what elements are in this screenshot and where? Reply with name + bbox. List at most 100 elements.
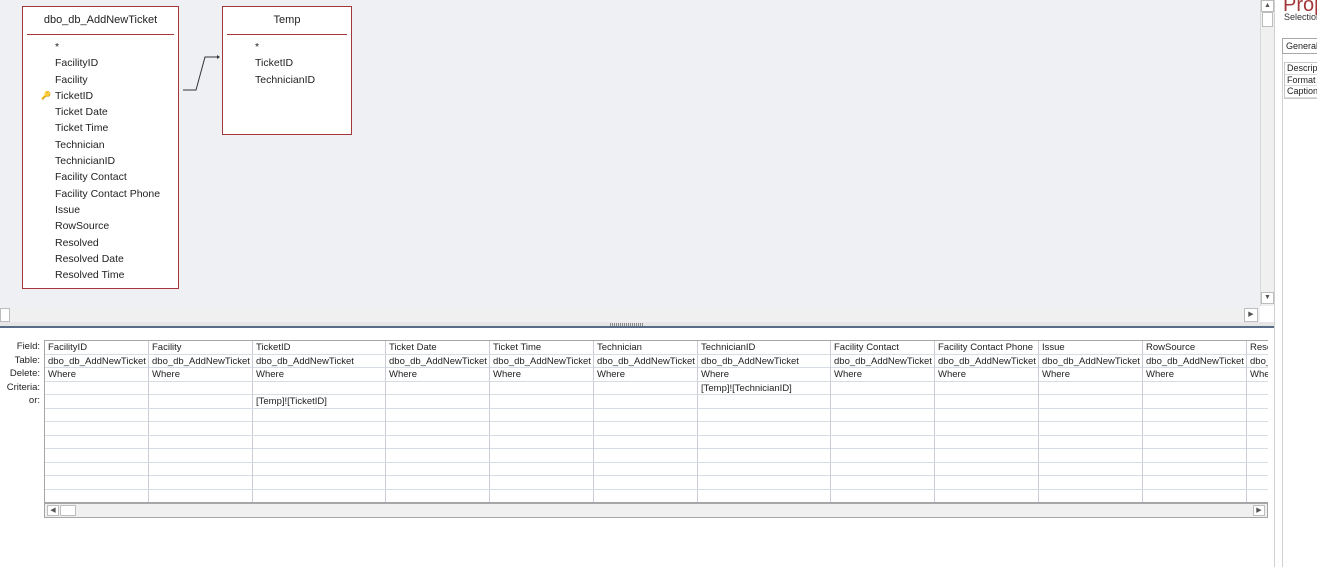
- grid-cell-field[interactable]: Facility Contact Phone: [935, 341, 1039, 354]
- grid-cell-criteria[interactable]: [Temp]![TechnicianID]: [698, 381, 831, 395]
- grid-cell-criteria[interactable]: [1247, 382, 1268, 395]
- property-row-description[interactable]: Description: [1285, 63, 1317, 75]
- grid-cell-empty[interactable]: [45, 476, 149, 489]
- grid-cell-delete[interactable]: Where: [594, 368, 698, 381]
- grid-cell-empty[interactable]: [149, 476, 253, 489]
- table-field[interactable]: RowSource: [23, 218, 178, 234]
- grid-cell-empty[interactable]: [594, 476, 698, 489]
- grid-cell-empty[interactable]: [1039, 489, 1143, 502]
- grid-cell-empty[interactable]: [831, 449, 935, 462]
- table-field[interactable]: Issue: [23, 202, 178, 218]
- grid-cell-empty[interactable]: [253, 408, 386, 422]
- grid-cell-table[interactable]: dbo_db_AddNewTicket: [386, 354, 490, 368]
- table-field[interactable]: 🔑 TicketID: [23, 88, 178, 104]
- grid-cell-or[interactable]: [45, 395, 149, 408]
- grid-cell-delete[interactable]: Where: [1143, 368, 1247, 381]
- grid-cell-criteria[interactable]: [1039, 381, 1143, 395]
- table-field[interactable]: Facility: [23, 72, 178, 88]
- grid-cell-empty[interactable]: [831, 408, 935, 422]
- grid-cell-empty[interactable]: [935, 435, 1039, 449]
- grid-cell-field[interactable]: Ticket Date: [386, 341, 490, 354]
- grid-cell-empty[interactable]: [594, 408, 698, 422]
- grid-cell-empty[interactable]: [45, 422, 149, 435]
- grid-cell-empty[interactable]: [253, 489, 386, 502]
- grid-cell-empty[interactable]: [698, 462, 831, 476]
- grid-cell-empty[interactable]: [935, 408, 1039, 422]
- grid-cell-field[interactable]: Facility: [149, 341, 253, 354]
- grid-cell-empty[interactable]: [490, 449, 594, 462]
- grid-cell-empty[interactable]: [386, 422, 490, 435]
- grid-cell-empty[interactable]: [935, 489, 1039, 502]
- grid-cell-empty[interactable]: [253, 422, 386, 435]
- grid-cell-empty[interactable]: [149, 422, 253, 435]
- grid-cell-empty[interactable]: [45, 408, 149, 422]
- grid-cell-empty[interactable]: [253, 449, 386, 462]
- grid-cell-field[interactable]: Resolved: [1247, 341, 1268, 354]
- grid-cell-or[interactable]: [698, 395, 831, 408]
- grid-cell-table[interactable]: dbo_db_AddNewTicket: [594, 354, 698, 368]
- grid-cell-field[interactable]: Technician: [594, 341, 698, 354]
- pane-splitter[interactable]: [0, 322, 1274, 328]
- grid-cell-table[interactable]: dbo_db_AddNewTicket: [490, 354, 594, 368]
- grid-cell-delete[interactable]: Where: [698, 368, 831, 381]
- grid-cell-empty[interactable]: [490, 408, 594, 422]
- grid-cell-criteria[interactable]: [45, 381, 149, 395]
- grid-cell-empty[interactable]: [386, 462, 490, 476]
- grid-cell-delete[interactable]: Where: [490, 368, 594, 381]
- grid-cell-empty[interactable]: [1247, 463, 1268, 476]
- grid-cell-empty[interactable]: [1143, 476, 1247, 489]
- grid-cell-table[interactable]: dbo_db_AddNewTicket: [45, 354, 149, 368]
- grid-cell-delete[interactable]: Where: [935, 368, 1039, 381]
- grid-cell-empty[interactable]: [1039, 476, 1143, 489]
- grid-cell-table[interactable]: dbo_db_AddNewTicket: [698, 354, 831, 368]
- table-box-temp[interactable]: Temp * TicketID TechnicianID: [222, 6, 352, 135]
- grid-cell-empty[interactable]: [1143, 435, 1247, 449]
- grid-cell-or[interactable]: [386, 395, 490, 408]
- grid-cell-empty[interactable]: [831, 489, 935, 502]
- grid-cell-empty[interactable]: [1143, 449, 1247, 462]
- grid-cell-empty[interactable]: [831, 435, 935, 449]
- grid-cell-empty[interactable]: [45, 435, 149, 449]
- grid-cell-delete[interactable]: Where: [1039, 368, 1143, 381]
- grid-cell-empty[interactable]: [594, 449, 698, 462]
- table-field[interactable]: *: [23, 39, 178, 55]
- table-title[interactable]: dbo_db_AddNewTicket: [27, 7, 174, 35]
- grid-cell-empty[interactable]: [1247, 436, 1268, 449]
- grid-cell-field[interactable]: TicketID: [253, 341, 386, 354]
- grid-cell-criteria[interactable]: [935, 381, 1039, 395]
- grid-cell-empty[interactable]: [698, 489, 831, 502]
- grid-cell-delete[interactable]: Where: [1247, 368, 1268, 381]
- grid-cell-empty[interactable]: [1143, 422, 1247, 435]
- grid-cell-or[interactable]: [Temp]![TicketID]: [253, 395, 386, 408]
- grid-cell-empty[interactable]: [935, 462, 1039, 476]
- grid-cell-empty[interactable]: [831, 476, 935, 489]
- grid-cell-empty[interactable]: [1247, 490, 1268, 503]
- table-title[interactable]: Temp: [227, 7, 347, 35]
- grid-cell-field[interactable]: Issue: [1039, 341, 1143, 354]
- grid-cell-empty[interactable]: [386, 449, 490, 462]
- grid-cell-empty[interactable]: [1247, 422, 1268, 435]
- grid-cell-empty[interactable]: [1247, 449, 1268, 462]
- grid-cell-table[interactable]: dbo_db_AddNewTicket: [1143, 354, 1247, 368]
- property-row-caption[interactable]: Caption: [1285, 86, 1317, 98]
- grid-cell-criteria[interactable]: [253, 381, 386, 395]
- table-field[interactable]: Facility Contact: [23, 169, 178, 185]
- grid-cell-empty[interactable]: [1039, 422, 1143, 435]
- grid-horizontal-scrollbar[interactable]: ◀ ▶: [44, 503, 1268, 518]
- grid-cell-empty[interactable]: [386, 435, 490, 449]
- table-field[interactable]: TechnicianID: [23, 153, 178, 169]
- grid-cell-field[interactable]: TechnicianID: [698, 341, 831, 354]
- grid-cell-delete[interactable]: Where: [149, 368, 253, 381]
- grid-cell-empty[interactable]: [149, 462, 253, 476]
- grid-cell-delete[interactable]: Where: [386, 368, 490, 381]
- grid-cell-empty[interactable]: [594, 435, 698, 449]
- table-field[interactable]: Resolved Date: [23, 251, 178, 267]
- grid-cell-table[interactable]: dbo_db_AddNewTicket: [1247, 355, 1268, 368]
- grid-cell-empty[interactable]: [1143, 489, 1247, 502]
- splitter-grip-icon[interactable]: [610, 323, 644, 326]
- grid-cell-delete[interactable]: Where: [45, 368, 149, 381]
- table-field[interactable]: TechnicianID: [223, 72, 351, 88]
- table-diagram-pane[interactable]: dbo_db_AddNewTicket * FacilityID Facility 🔑…: [0, 0, 1260, 308]
- grid-cell-empty[interactable]: [45, 449, 149, 462]
- grid-cell-table[interactable]: dbo_db_AddNewTicket: [1039, 354, 1143, 368]
